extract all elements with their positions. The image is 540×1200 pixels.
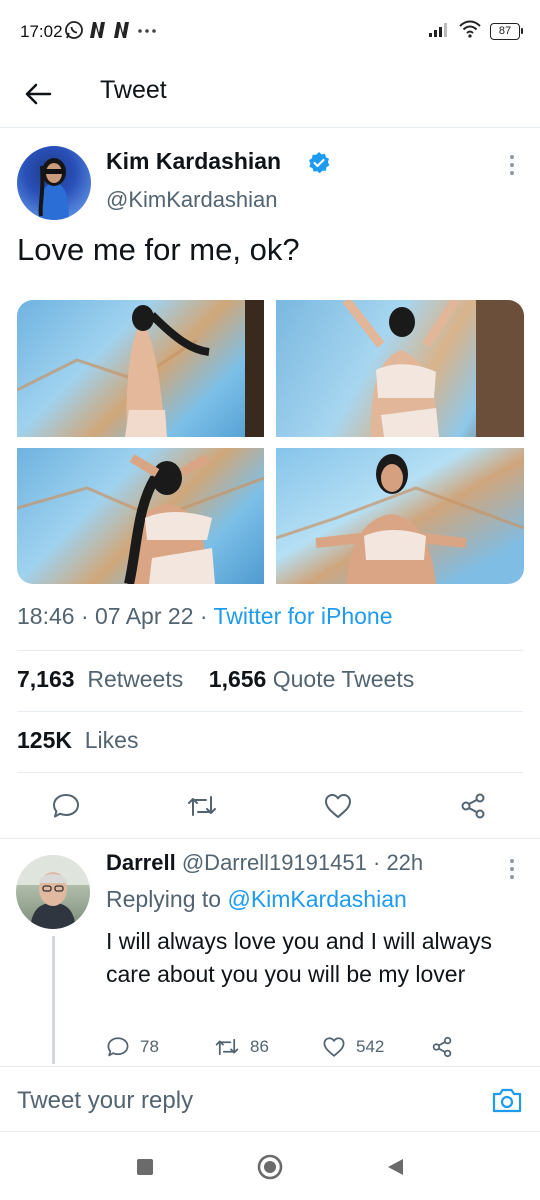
- share-icon: [432, 1036, 452, 1058]
- netflix-icon: [112, 21, 132, 44]
- author-handle[interactable]: @KimKardashian: [106, 187, 278, 213]
- circle-icon: [257, 1154, 283, 1180]
- reply-share-button[interactable]: [430, 1035, 454, 1059]
- reply-retweets-count: 86: [250, 1037, 269, 1056]
- reply-age: 22h: [386, 850, 424, 875]
- likes-stat[interactable]: 125K Likes: [17, 727, 138, 754]
- separator-dot: ·: [80, 603, 96, 629]
- heart-icon: [325, 794, 351, 818]
- divider: [17, 772, 523, 773]
- status-bar: 17:02 87: [0, 0, 540, 64]
- back-nav-button[interactable]: [380, 1152, 410, 1182]
- reply-icon: [107, 1037, 129, 1057]
- separator-dot: ·: [372, 850, 381, 875]
- replying-to: Replying to @KimKardashian: [106, 886, 407, 913]
- reply-button[interactable]: [50, 790, 82, 822]
- reply-more-options-icon[interactable]: [504, 856, 520, 887]
- divider: [17, 711, 523, 712]
- arrow-left-icon: [25, 83, 52, 105]
- status-time: 17:02: [20, 22, 63, 41]
- tweet-timestamp: 18:46 · 07 Apr 22 · Twitter for iPhone: [17, 603, 392, 630]
- retweet-icon: [188, 796, 216, 816]
- divider: [0, 838, 540, 839]
- thread-line: [52, 936, 55, 1064]
- author-name[interactable]: Kim Kardashian: [106, 148, 281, 175]
- more-dots-icon: [136, 21, 158, 44]
- tweet-photo-4[interactable]: [276, 448, 524, 584]
- square-icon: [137, 1159, 153, 1175]
- reply-author-handle[interactable]: @Darrell19191451: [182, 850, 367, 875]
- reply-replies-count: 78: [140, 1037, 159, 1056]
- system-nav-bar: [0, 1134, 540, 1200]
- reply-composer: [0, 1066, 540, 1132]
- author-avatar[interactable]: [17, 146, 91, 220]
- top-app-bar: Tweet: [0, 64, 540, 128]
- retweet-icon: [215, 1038, 239, 1056]
- share-button[interactable]: [457, 790, 489, 822]
- wifi-icon: [458, 20, 482, 43]
- tweet-time: 18:46: [17, 603, 75, 629]
- tweet-photo-1[interactable]: [17, 300, 264, 437]
- tweet-action-bar: [0, 786, 540, 826]
- heart-icon: [323, 1037, 345, 1057]
- quote-tweets-stat[interactable]: 1,656 Quote Tweets: [209, 666, 414, 692]
- reply-icon: [53, 794, 79, 818]
- tweet-photo-3[interactable]: [17, 448, 264, 584]
- reply-retweet-button[interactable]: 86: [214, 1035, 269, 1059]
- whatsapp-icon: [64, 20, 84, 45]
- home-button[interactable]: [255, 1152, 285, 1182]
- like-button[interactable]: [322, 790, 354, 822]
- more-options-icon[interactable]: [504, 152, 520, 183]
- tweet-photo-2[interactable]: [276, 300, 524, 437]
- divider: [17, 650, 523, 651]
- replying-to-label: Replying to: [106, 886, 222, 912]
- verified-badge-icon: [307, 151, 331, 180]
- battery-icon: 87: [490, 23, 523, 40]
- reply-text: I will always love you and I will always…: [106, 928, 493, 987]
- retweets-label: Retweets: [87, 666, 184, 692]
- status-icons-right: 87: [428, 20, 523, 43]
- status-icons-left: [64, 20, 158, 45]
- replying-to-handle[interactable]: @KimKardashian: [227, 886, 406, 912]
- reply-like-button[interactable]: 542: [322, 1035, 384, 1059]
- reply-author-name[interactable]: Darrell: [106, 850, 176, 875]
- separator-dot: ·: [199, 603, 214, 629]
- retweets-count: 7,163: [17, 666, 75, 692]
- reply-input[interactable]: [17, 1083, 457, 1119]
- likes-count: 125K: [17, 727, 72, 753]
- recents-button[interactable]: [130, 1152, 160, 1182]
- reply-reply-button[interactable]: 78: [106, 1035, 159, 1059]
- reply-action-bar: 78 86 542: [106, 1035, 526, 1063]
- likes-label: Likes: [84, 727, 139, 753]
- back-button[interactable]: [22, 78, 54, 110]
- signal-icon: [428, 20, 450, 43]
- tweet-stats: 7,163 Retweets 1,656 Quote Tweets: [17, 666, 414, 693]
- camera-button[interactable]: [490, 1084, 524, 1116]
- retweets-stat[interactable]: 7,163 Retweets: [17, 666, 183, 692]
- tweet-source-link[interactable]: Twitter for iPhone: [214, 603, 393, 629]
- reply-author-avatar[interactable]: [16, 855, 90, 929]
- reply-likes-count: 542: [356, 1037, 385, 1056]
- netflix-icon: [88, 21, 108, 44]
- retweet-button[interactable]: [186, 790, 218, 822]
- reply-header: Darrell @Darrell19191451 · 22h: [106, 850, 423, 876]
- quote-label: Quote Tweets: [272, 666, 415, 692]
- camera-icon: [492, 1088, 522, 1113]
- tweet-date: 07 Apr 22: [95, 603, 194, 629]
- triangle-back-icon: [388, 1159, 403, 1175]
- tweet-text: Love me for me, ok?: [17, 232, 300, 267]
- quote-count: 1,656: [208, 666, 267, 692]
- share-icon: [461, 793, 485, 819]
- media-grid: [17, 300, 524, 584]
- page-title: Tweet: [100, 76, 167, 104]
